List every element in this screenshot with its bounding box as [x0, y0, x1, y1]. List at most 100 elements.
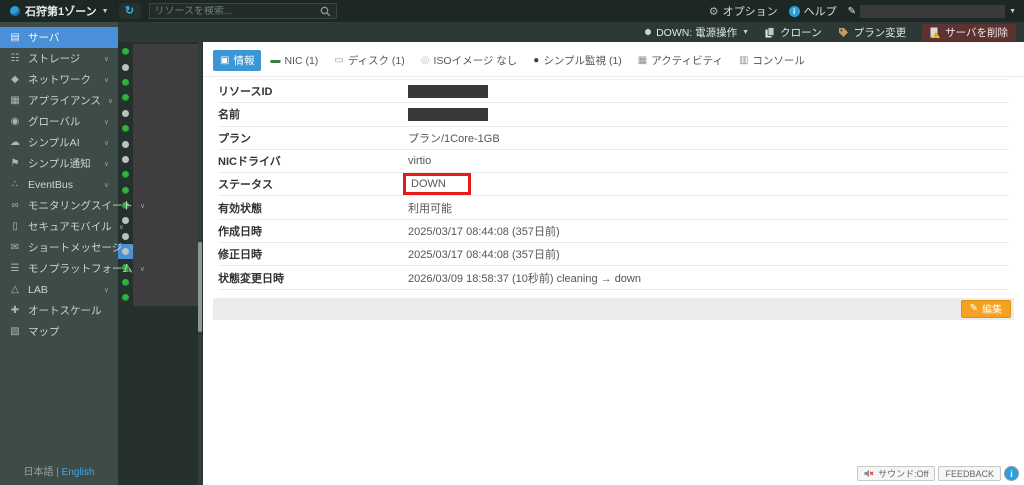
sidebar-item-label: モノプラットフォーム — [28, 263, 133, 275]
sound-label: サウンド:Off — [878, 469, 929, 479]
network-icon: ◆ — [11, 74, 19, 85]
tab-simple-monitor[interactable]: ● シンプル監視 (1) — [526, 50, 628, 71]
server-list-item[interactable] — [118, 228, 203, 245]
server-status-cell — [118, 59, 133, 74]
sidebar-item-appliance[interactable]: ▦ アプライアンス ∨ — [0, 90, 118, 111]
language-ja-link[interactable]: 日本語 — [24, 467, 54, 478]
server-list-item[interactable] — [118, 182, 203, 198]
secure-mobile-icon: ▯ — [12, 221, 18, 232]
server-info-table: リソースID 名前 プラン プラン/1Core-1GB NICドライバ virtio ステー… — [218, 79, 1009, 290]
server-name-redacted — [133, 182, 198, 198]
help-button[interactable]: i ヘルプ — [788, 3, 837, 19]
server-list-item[interactable] — [118, 151, 203, 168]
scrollbar-thumb[interactable] — [198, 242, 202, 332]
sidebar-item-global[interactable]: ◉ グローバル ∨ — [0, 111, 118, 132]
power-operations-menu[interactable]: DOWN: 電源操作 ▼ — [645, 25, 749, 40]
server-list-item[interactable] — [118, 290, 203, 306]
options-button[interactable]: ⚙ オプション — [709, 3, 778, 19]
server-list-scrollbar[interactable] — [198, 42, 202, 485]
server-status-cell — [118, 90, 133, 105]
chevron-down-icon: ∨ — [103, 76, 109, 84]
help-info-icon: i — [788, 5, 800, 17]
plan-change-label: プラン変更 — [853, 26, 907, 39]
server-name-redacted — [133, 44, 198, 60]
sidebar-item-monitoring-suite[interactable]: ∞ モニタリングスイート ∨ — [0, 195, 145, 216]
tab-disk[interactable]: ▭ ディスク (1) — [327, 50, 411, 71]
sound-toggle-button[interactable]: サウンド:Off — [857, 466, 936, 481]
chevron-down-icon: ∨ — [107, 97, 113, 105]
server-list-item[interactable] — [118, 59, 203, 75]
simple-ai-icon: ☁ — [10, 137, 20, 148]
sidebar-item-network[interactable]: ◆ ネットワーク ∨ — [0, 69, 118, 90]
server-list-item[interactable] — [118, 213, 203, 229]
server-status-cell — [118, 75, 133, 90]
sidebar: ▤ サーバ ☷ ストレージ ∨ ◆ ネットワーク ∨ ▦ アプライアンス ∨ ◉ グローバル ∨ ☁ シンプル… — [0, 22, 145, 485]
info-row-label: リソースID — [218, 86, 273, 99]
sidebar-item-label: シンプル通知 — [28, 158, 91, 170]
info-row-value: DOWN — [403, 173, 471, 196]
tab-label: ISOイメージ なし — [433, 55, 518, 67]
server-list-item[interactable] — [118, 74, 203, 91]
status-highlight-annotation: DOWN — [403, 173, 471, 196]
tab-activity[interactable]: ▦ アクティビティ — [631, 50, 730, 71]
edit-button[interactable]: ✎ 編集 — [960, 299, 1011, 318]
sidebar-item-map[interactable]: ▧ マップ — [0, 321, 118, 342]
tab-nic[interactable]: ▬ NIC (1) — [263, 52, 325, 70]
server-list-item[interactable] — [118, 136, 203, 152]
monitoring-suite-icon: ∞ — [11, 200, 19, 211]
sidebar-item-server[interactable]: ▤ サーバ — [0, 27, 118, 48]
global-icon: ◉ — [10, 116, 20, 127]
tab-console[interactable]: ▥ コンソール — [732, 50, 812, 71]
info-button[interactable]: i — [1004, 466, 1019, 481]
sidebar-item-simple-ai[interactable]: ☁ シンプルAI ∨ — [0, 132, 118, 153]
clone-icon — [765, 26, 775, 37]
sidebar-item-short-message[interactable]: ✉ ショートメッセージ ∨ — [0, 237, 135, 258]
server-list-item[interactable] — [118, 90, 203, 106]
short-message-icon: ✉ — [10, 242, 20, 253]
server-list-item[interactable] — [118, 105, 203, 121]
simple-monitor-icon: ● — [533, 55, 540, 66]
options-label: オプション — [722, 6, 778, 18]
search-input[interactable] — [154, 5, 320, 17]
sidebar-item-lab[interactable]: △ LAB ∨ — [0, 279, 118, 300]
sidebar-item-eventbus[interactable]: ∴ EventBus ∨ — [0, 174, 118, 195]
server-status-cell — [118, 152, 133, 167]
plan-change-button[interactable]: プラン変更 — [838, 25, 907, 40]
info-row: 修正日時 2025/03/17 08:44:08 (357日前) — [218, 243, 1009, 267]
server-list-item[interactable] — [118, 44, 203, 60]
language-en-link[interactable]: English — [62, 467, 95, 478]
status-dot-icon — [122, 248, 129, 256]
info-row-value: 2026/03/09 18:58:37 (10秒前) cleaning → do… — [408, 272, 641, 285]
sidebar-item-mono-platform[interactable]: ☰ モノプラットフォーム ∨ — [0, 258, 145, 279]
tab-info[interactable]: ▣ 情報 — [213, 50, 262, 71]
clone-button[interactable]: クローン — [765, 25, 822, 40]
info-row-label: 作成日時 — [218, 225, 262, 238]
chevron-down-icon: ▼ — [742, 28, 750, 36]
chevron-down-icon: ∨ — [103, 160, 109, 168]
sidebar-item-label: アプライアンス — [28, 95, 101, 107]
chevron-down-icon: ∨ — [103, 286, 109, 294]
sidebar-item-autoscale[interactable]: ✚ オートスケール — [0, 300, 118, 321]
gear-icon: ⚙ — [708, 5, 719, 18]
server-list-item[interactable] — [118, 167, 203, 183]
server-name-redacted — [133, 213, 198, 229]
eventbus-icon: ∴ — [11, 179, 19, 190]
sidebar-item-storage[interactable]: ☷ ストレージ ∨ — [0, 48, 118, 69]
lab-icon: △ — [11, 284, 19, 295]
activity-icon: ▦ — [637, 55, 648, 66]
refresh-button[interactable]: ↻ — [118, 3, 141, 19]
status-dot-icon — [122, 186, 129, 194]
server-list-item[interactable] — [118, 120, 203, 137]
delete-server-button[interactable]: ! サーバを削除 — [922, 23, 1016, 41]
account-menu[interactable]: ✎ ▼ — [848, 4, 1016, 18]
sidebar-item-secure-mobile[interactable]: ▯ セキュアモバイル ∨ — [0, 216, 124, 237]
zone-selector[interactable]: 石狩第1ゾーン ▼ — [0, 3, 119, 19]
tab-iso[interactable]: ◎ ISOイメージ なし — [414, 50, 525, 71]
topbar: 石狩第1ゾーン ▼ ↻ ⚙ オプション i ヘルプ ✎ ▼ — [0, 0, 1024, 22]
search-icon[interactable] — [320, 6, 331, 17]
sidebar-item-simple-notification[interactable]: ⚑ シンプル通知 ∨ — [0, 153, 118, 174]
status-dot-icon — [122, 171, 129, 179]
server-list-item[interactable] — [118, 274, 203, 291]
sidebar-item-label: グローバル — [28, 116, 81, 128]
feedback-button[interactable]: FEEDBACK — [938, 466, 1001, 481]
